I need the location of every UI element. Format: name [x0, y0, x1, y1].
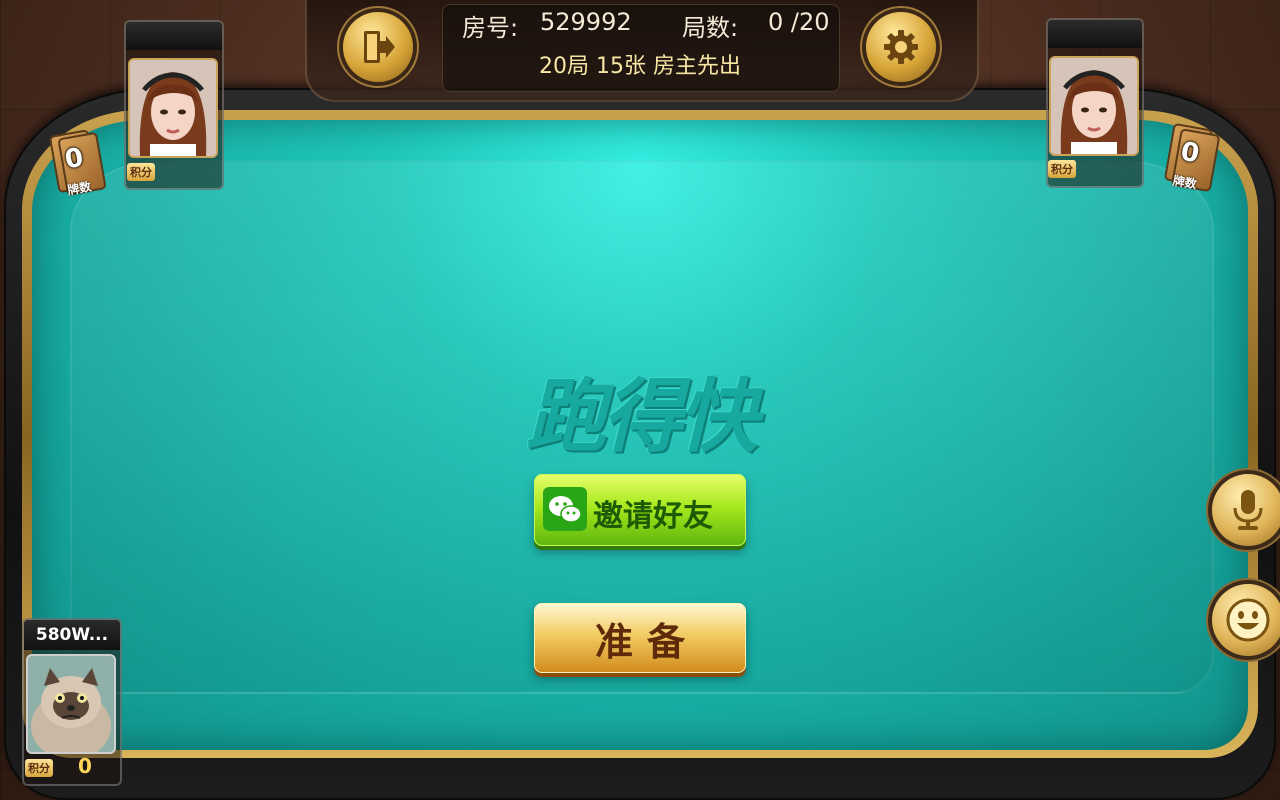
rounds-value: 0 /20 [768, 8, 830, 36]
settings-button[interactable] [866, 12, 936, 82]
player-left-card-count: 0 牌数 [45, 128, 107, 200]
room-number: 529992 [540, 8, 632, 36]
exit-door-icon [364, 31, 395, 63]
rounds-label: 局数: [682, 14, 739, 42]
player-left-score-label: 积分 [127, 163, 155, 181]
player-self-score: 0 [78, 754, 92, 778]
game-title-watermark: 跑得快 [526, 370, 758, 463]
player-right-card-count: 0 牌数 [1159, 122, 1221, 194]
girl-avatar-icon [1051, 58, 1137, 154]
player-left-name-bar [126, 22, 222, 50]
player-left-avatar[interactable] [128, 58, 218, 158]
game-rules: 20局 15张 房主先出 [539, 54, 741, 79]
player-right-name-bar [1048, 20, 1142, 48]
player-right-avatar[interactable] [1049, 56, 1139, 156]
room-info-line: 房号: 529992 局数: 0 /20 [462, 8, 842, 42]
wechat-icon [543, 487, 587, 531]
exit-button[interactable] [343, 12, 413, 82]
cat-avatar-icon [28, 656, 114, 752]
microphone-button[interactable] [1212, 474, 1280, 546]
player-self-avatar[interactable] [26, 654, 116, 754]
girl-avatar-icon [130, 60, 216, 156]
gear-icon [884, 30, 918, 64]
emoji-button[interactable] [1212, 584, 1280, 656]
player-self-score-label: 积分 [25, 759, 53, 777]
player-self-name: 580W... [35, 625, 109, 645]
player-self-name-bar: 580W... [24, 620, 120, 650]
microphone-icon [1233, 490, 1263, 530]
invite-friends-button[interactable]: 邀请好友 [534, 474, 746, 546]
ready-label: 准备 [594, 619, 699, 664]
ready-button[interactable]: 准备 [534, 603, 746, 673]
room-label: 房号: [462, 14, 519, 42]
player-right-score-label: 积分 [1048, 160, 1076, 178]
invite-friends-label: 邀请好友 [593, 499, 713, 534]
smiley-icon [1226, 598, 1270, 642]
